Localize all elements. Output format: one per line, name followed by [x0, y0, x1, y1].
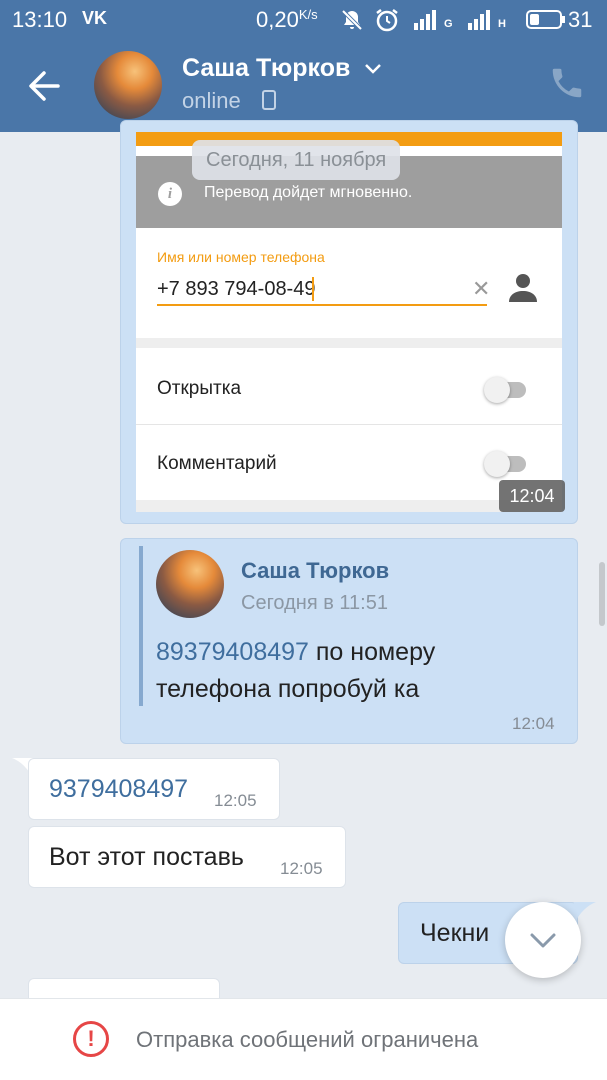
bell-off-icon [341, 9, 363, 31]
message-time: 12:05 [214, 791, 257, 810]
phone-field-value: +7 893 794-08-49 [157, 278, 316, 300]
attached-screenshot[interactable]: i Перевод дойдет мгновенно. Имя или номе… [136, 132, 562, 512]
chevron-down-icon[interactable] [362, 58, 384, 78]
comment-toggle [484, 451, 526, 477]
battery-icon [526, 10, 565, 29]
phone-field-label: Имя или номер телефона [157, 249, 325, 265]
forwarded-author-name[interactable]: Саша Тюрков [241, 558, 389, 584]
message-text: Вот этот поставь [49, 843, 244, 871]
forward-indicator-bar [139, 546, 143, 706]
message-time: 12:04 [499, 480, 565, 512]
vk-app-icon: VK [82, 8, 108, 28]
info-icon: i [158, 182, 182, 206]
restriction-text: Отправка сообщений ограничена [136, 1027, 479, 1052]
network-type-1: G [444, 18, 453, 30]
messaging-restricted-bar: ! Отправка сообщений ограничена [0, 998, 607, 1080]
battery-percent: 31 [568, 7, 593, 32]
message-time: 12:04 [512, 714, 555, 733]
contact-avatar[interactable] [94, 51, 162, 119]
text-caret [312, 277, 314, 301]
contact-person-icon [509, 274, 537, 302]
date-chip: Сегодня, 11 ноября [192, 140, 401, 180]
message-time: 12:05 [280, 859, 323, 878]
signal-icon [468, 10, 490, 30]
phone-call-icon[interactable] [548, 64, 586, 102]
network-speed: 0,20K/s [256, 7, 318, 32]
contact-name[interactable]: Саша Тюрков [182, 54, 350, 83]
bubble-tail [574, 902, 596, 924]
section-divider [136, 338, 562, 348]
scroll-to-bottom-button[interactable] [505, 902, 581, 978]
mobile-device-icon [262, 90, 276, 110]
status-bar: 13:10 VK 0,20K/s G H 31 [0, 0, 607, 40]
forwarded-text: 89379408497 по номеру телефона попробуй … [156, 638, 436, 703]
chevron-down-icon [530, 933, 556, 948]
forwarded-date: Сегодня в 11:51 [241, 592, 388, 614]
option-postcard-label: Открытка [157, 378, 242, 399]
chat-header: Саша Тюрков online [0, 40, 607, 132]
info-text: Перевод дойдет мгновенно. [204, 184, 413, 201]
network-type-2: H [498, 18, 506, 30]
phone-field-underline [157, 304, 487, 306]
status-time: 13:10 [12, 7, 68, 32]
forwarded-author-avatar[interactable] [156, 550, 224, 618]
row-divider [136, 424, 562, 425]
scrollbar-thumb[interactable] [599, 562, 605, 626]
signal-icon [414, 10, 436, 30]
postcard-toggle [484, 377, 526, 403]
phone-link[interactable]: 89379408497 [156, 638, 309, 666]
option-comment-label: Комментарий [157, 453, 277, 474]
contact-status: online [182, 88, 241, 113]
message-text: Чекни [420, 919, 490, 947]
warning-icon: ! [73, 1021, 109, 1057]
back-arrow-icon[interactable] [18, 60, 74, 112]
message-text-link[interactable]: 9379408497 [49, 775, 188, 804]
alarm-icon [376, 9, 398, 32]
clear-icon: ✕ [472, 276, 491, 301]
